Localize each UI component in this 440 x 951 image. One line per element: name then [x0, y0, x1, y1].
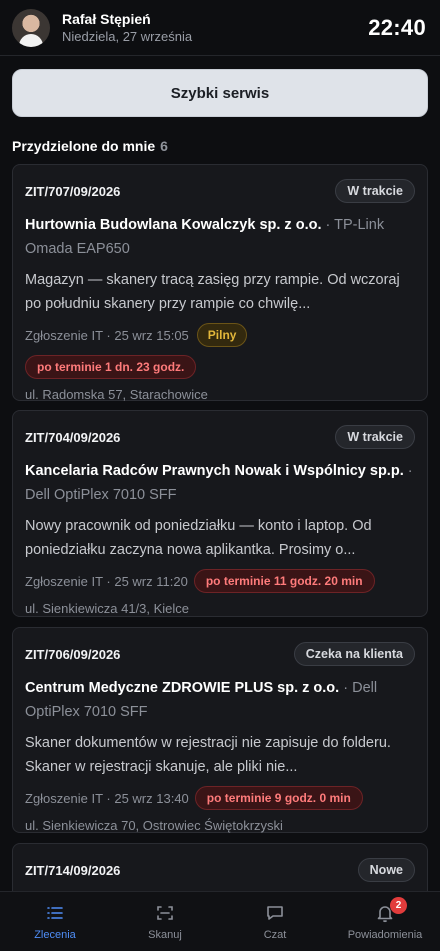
ticket-address: ul. Sienkiewicza 41/3, Kielce — [25, 601, 190, 616]
ticket-id: ZIT/707/09/2026 — [25, 183, 121, 199]
ticket-title: Kancelaria Radców Prawnych Nowak i Wspól… — [25, 459, 415, 507]
nav-notifications[interactable]: 2 Powiadomienia — [330, 892, 440, 951]
nav-scan[interactable]: Skanuj — [110, 892, 220, 951]
section-count: 6 — [160, 138, 168, 154]
status-badge: Czeka na klienta — [293, 642, 415, 666]
quick-service-button[interactable]: Szybki serwis — [12, 69, 428, 117]
nav-chat[interactable]: Czat — [220, 892, 330, 951]
current-date: Niedziela, 27 września — [62, 29, 193, 44]
ticket-description: Nowy pracownik od poniedziałku — konto i… — [25, 518, 372, 558]
ticket-meta: Zgłoszenie IT · 25 wrz 15:05 Pilny — [25, 322, 415, 348]
client-name: Kancelaria Radców Prawnych Nowak i Wspól… — [25, 463, 404, 479]
ticket-id: ZIT/714/09/2026 — [25, 862, 121, 878]
chat-icon — [267, 905, 283, 920]
overdue-badge: po terminie 9 godz. 0 min — [194, 786, 363, 810]
nav-notifications-label: Powiadomienia — [347, 928, 423, 941]
ticket-address: ul. Sienkiewicza 70, Ostrowiec Świętokrz… — [25, 818, 283, 833]
ticket-meta: Zgłoszenie IT · 25 wrz 11:20 po terminie… — [25, 568, 415, 594]
ticket-address: ul. Radomska 57, Starachowice — [25, 387, 208, 402]
ticket-id: ZIT/704/09/2026 — [25, 429, 121, 445]
ticket-card[interactable]: ZIT/714/09/2026 Nowe — [12, 843, 428, 891]
status-badge: W trakcie — [335, 179, 415, 203]
user-info: Rafał Stępień Niedziela, 27 września — [62, 10, 368, 45]
list-icon — [47, 906, 63, 919]
ticket-description: Magazyn — skanery tracą zasięg przy ramp… — [25, 272, 400, 312]
nav-orders-label: Zlecenia — [34, 928, 76, 941]
section-title: Przydzielone do mnie 6 — [12, 138, 168, 154]
ticket-meta: Zgłoszenie IT · 25 wrz 13:40 po terminie… — [25, 785, 415, 811]
ticket-id: ZIT/706/09/2026 — [25, 646, 121, 662]
notifications-count-badge: 2 — [390, 897, 407, 914]
app-header: Rafał Stępień Niedziela, 27 września 22:… — [0, 0, 440, 56]
orders-list[interactable]: Szybki serwis Przydzielone do mnie 6 ZIT/… — [0, 56, 440, 891]
client-name: Hurtownia Budowlana Kowalczyk sp. z o.o. — [25, 217, 322, 233]
ticket-card[interactable]: ZIT/706/09/2026 Czeka na klienta Centrum… — [12, 627, 428, 833]
overdue-badge: po terminie 11 godz. 20 min — [193, 569, 375, 593]
avatar[interactable] — [12, 8, 50, 47]
bottom-nav: Zlecenia Skanuj Czat 2 Powiadomienia — [0, 891, 440, 951]
scan-icon — [157, 905, 173, 920]
ticket-source-date: Zgłoszenie IT · 25 wrz 13:40 — [25, 790, 189, 806]
user-name: Rafał Stępień — [62, 11, 151, 27]
status-badge: W trakcie — [335, 425, 415, 449]
ticket-title: Centrum Medyczne ZDROWIE PLUS sp. z o.o.… — [25, 676, 415, 724]
overdue-row: po terminie 1 dn. 23 godz. — [25, 354, 415, 380]
status-badge: Nowe — [357, 858, 415, 882]
ticket-title: Hurtownia Budowlana Kowalczyk sp. z o.o.… — [25, 213, 415, 261]
overdue-badge: po terminie 1 dn. 23 godz. — [25, 355, 197, 379]
ticket-source-date: Zgłoszenie IT · 25 wrz 15:05 — [25, 327, 189, 343]
nav-orders[interactable]: Zlecenia — [0, 892, 110, 951]
ticket-source-date: Zgłoszenie IT · 25 wrz 11:20 — [25, 573, 188, 589]
ticket-card[interactable]: ZIT/704/09/2026 W trakcie Kancelaria Rad… — [12, 410, 428, 617]
nav-scan-label: Skanuj — [148, 928, 182, 941]
ticket-description: Skaner dokumentów w rejestracji nie zapi… — [25, 735, 391, 775]
section-title-text: Przydzielone do mnie — [12, 138, 156, 154]
ticket-card[interactable]: ZIT/707/09/2026 W trakcie Hurtownia Budo… — [12, 164, 428, 402]
clock: 22:40 — [368, 14, 426, 40]
nav-chat-label: Czat — [263, 928, 287, 941]
priority-badge: Pilny — [196, 323, 248, 347]
client-name: Centrum Medyczne ZDROWIE PLUS sp. z o.o. — [25, 680, 340, 696]
